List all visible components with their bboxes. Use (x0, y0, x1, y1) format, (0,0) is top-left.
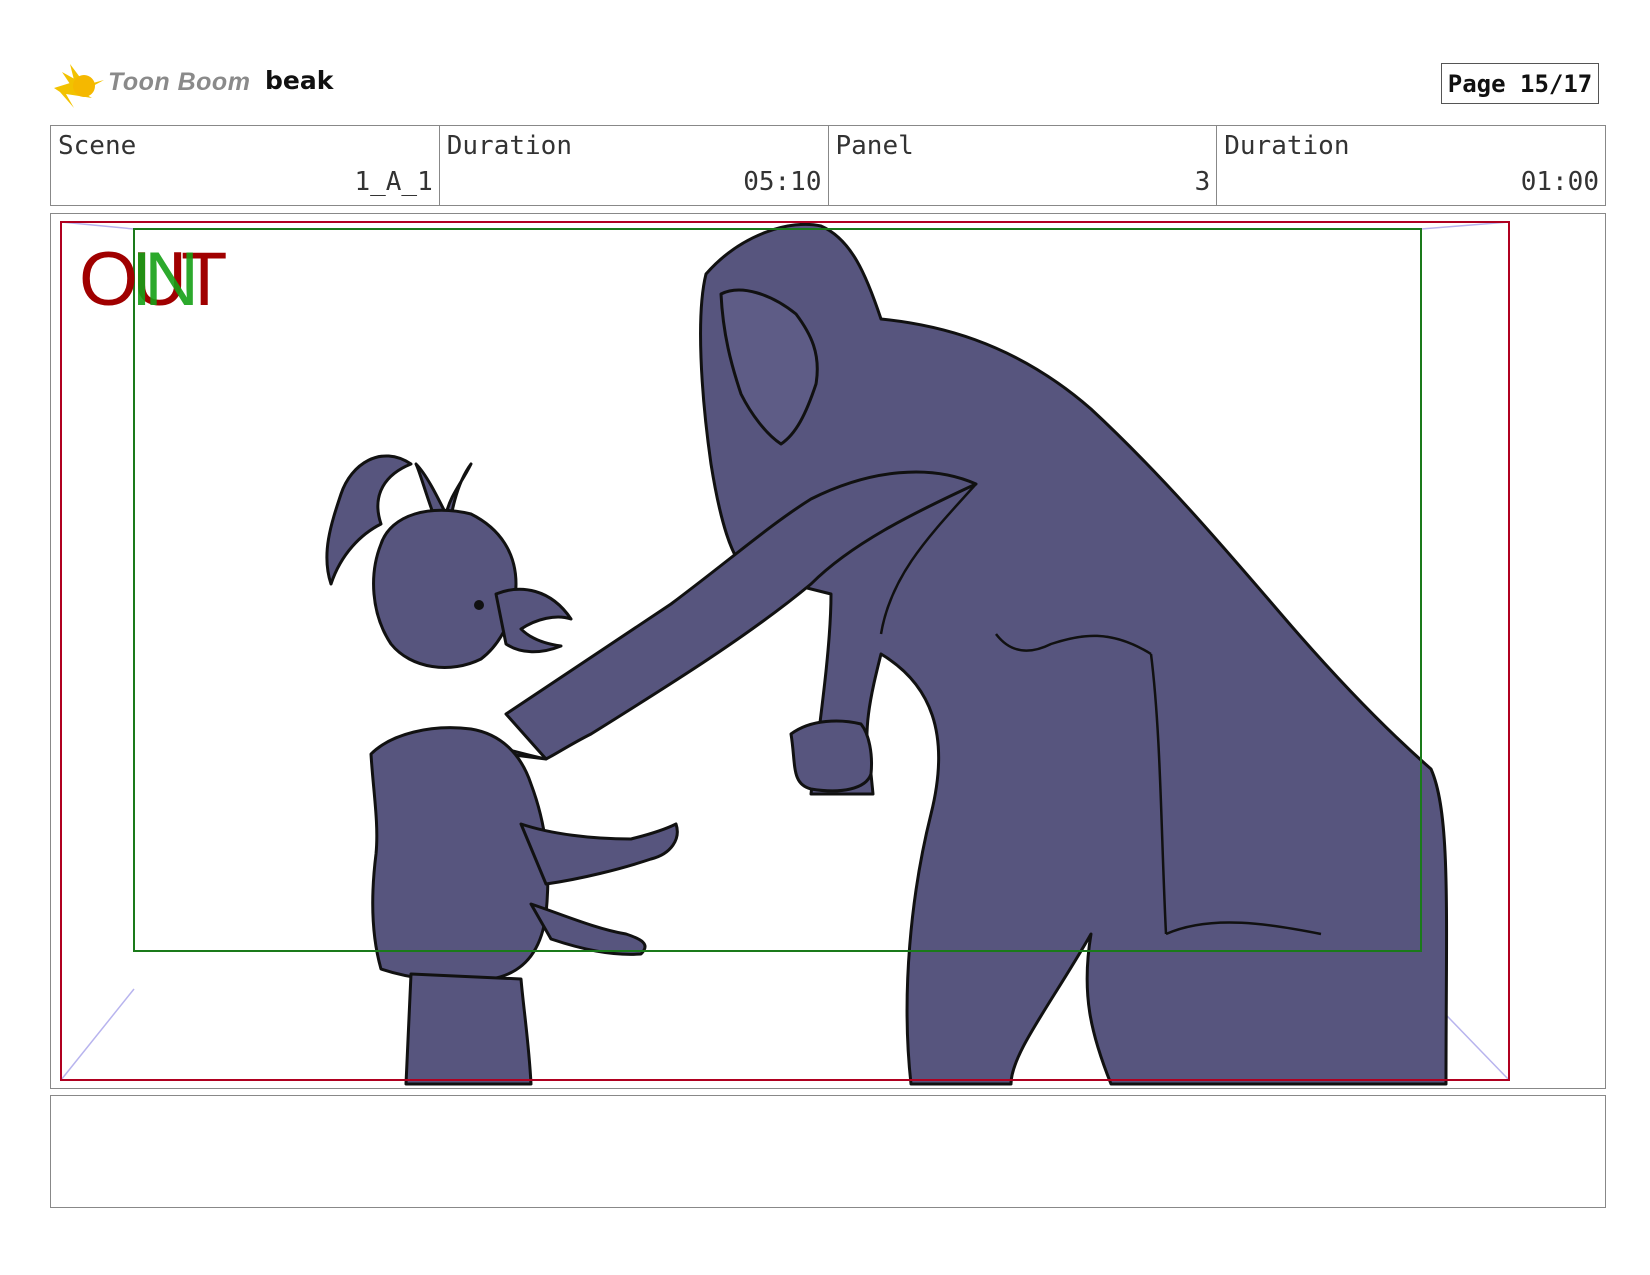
hooded-figure (409, 222, 1449, 1086)
panel-value: 3 (1194, 167, 1211, 197)
brand-name: Toon Boom (108, 68, 251, 96)
storyboard-panel: OUT IN (50, 213, 1606, 1089)
page-indicator: Page 15/17 (1441, 63, 1599, 104)
panel-notes (50, 1095, 1606, 1208)
scene-label: Scene (58, 131, 137, 161)
panel-drawing (60, 221, 1510, 1086)
panel-duration-label: Duration (1224, 131, 1350, 161)
scene-info-table: Scene 1_A_1 Duration 05:10 Panel 3 Durat… (50, 125, 1606, 206)
page-header: Toon Boom beak (52, 56, 1612, 110)
panel-label: Panel (835, 131, 914, 161)
creature-eye (474, 600, 484, 610)
camera-in-label: IN (131, 237, 199, 322)
scene-duration-cell: Duration 05:10 (440, 126, 829, 205)
project-title: beak (265, 66, 334, 95)
scene-duration-label: Duration (446, 131, 572, 161)
panel-cell: Panel 3 (829, 126, 1218, 205)
scene-cell: Scene 1_A_1 (51, 126, 440, 205)
toon-boom-star-icon (54, 64, 104, 108)
beaked-creature (325, 454, 679, 1086)
scene-duration-value: 05:10 (743, 167, 822, 197)
panel-duration-value: 01:00 (1520, 167, 1599, 197)
scene-value: 1_A_1 (354, 167, 433, 197)
panel-duration-cell: Duration 01:00 (1217, 126, 1605, 205)
